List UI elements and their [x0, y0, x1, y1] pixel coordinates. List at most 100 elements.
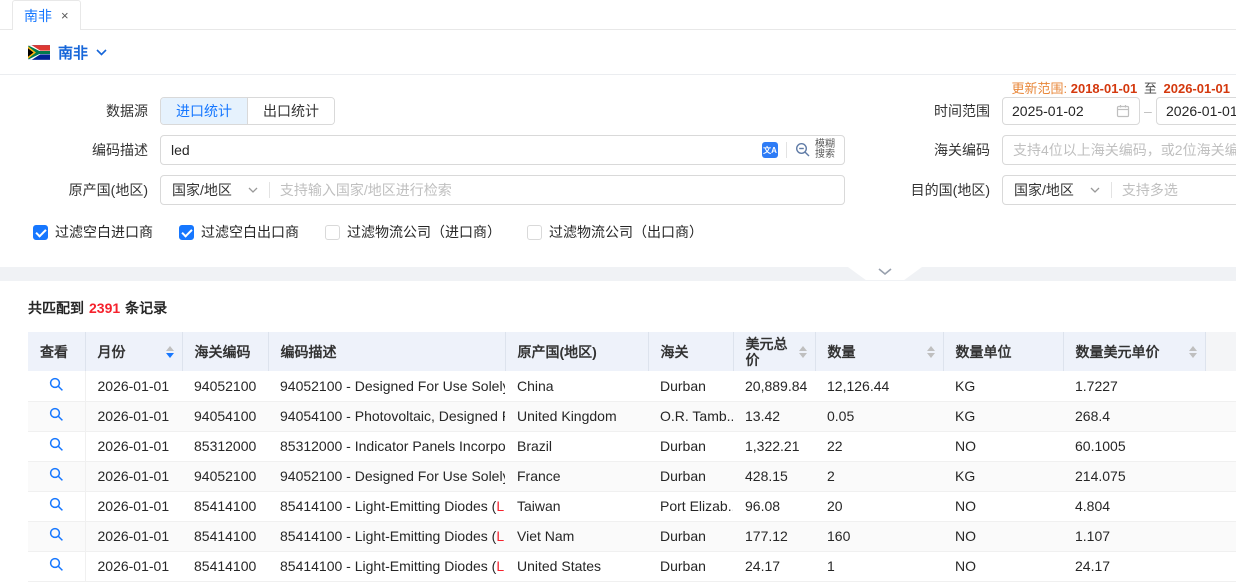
- cell-extra: [1205, 371, 1236, 401]
- view-row-button[interactable]: [28, 371, 85, 401]
- date-start-input[interactable]: 2025-01-02: [1002, 97, 1140, 125]
- cell-unit: NO: [943, 551, 1063, 581]
- hs-code-label: 海关编码: [878, 135, 990, 165]
- cell-hs: 85414100: [182, 551, 268, 581]
- calendar-icon: [1116, 104, 1130, 118]
- search-icon[interactable]: [49, 497, 64, 512]
- cell-unit_price: 1.7227: [1063, 371, 1205, 401]
- close-icon[interactable]: ×: [61, 9, 69, 22]
- dest-country-select[interactable]: 国家/地区: [1003, 180, 1111, 200]
- origin-country-field: 国家/地区 支持输入国家/地区进行检索: [160, 175, 845, 205]
- update-range-end: 2026-01-01: [1164, 81, 1231, 96]
- update-range-start: 2018-01-01: [1071, 81, 1138, 96]
- cell-unit_price: 60.1005: [1063, 431, 1205, 461]
- cell-desc: 85414100 - Light-Emitting Diodes (L...: [268, 551, 505, 581]
- filter-checkboxes: 过滤空白进口商 过滤空白出口商 过滤物流公司（进口商） 过滤物流公司（出口商）: [33, 222, 703, 242]
- tab-bar: 南非 ×: [0, 0, 1236, 30]
- cell-customs: Durban: [648, 551, 733, 581]
- sort-control[interactable]: [927, 346, 935, 358]
- tab-south-africa[interactable]: 南非 ×: [12, 0, 81, 30]
- search-icon[interactable]: [49, 557, 64, 572]
- cell-desc: 94054100 - Photovoltaic, Designed F...: [268, 401, 505, 431]
- cell-unit: KG: [943, 401, 1063, 431]
- checkbox-filter-logistics-exporter[interactable]: 过滤物流公司（出口商）: [527, 222, 703, 242]
- column-header-view: 查看: [28, 332, 85, 371]
- search-icon[interactable]: [49, 467, 64, 482]
- cell-customs: Durban: [648, 371, 733, 401]
- cell-unit_price: 268.4: [1063, 401, 1205, 431]
- view-row-button[interactable]: [28, 491, 85, 521]
- date-range-separator: –: [1144, 97, 1152, 125]
- tab-import-stats[interactable]: 进口统计: [161, 98, 247, 124]
- checkbox[interactable]: [325, 225, 340, 240]
- checkbox[interactable]: [33, 225, 48, 240]
- view-row-button[interactable]: [28, 521, 85, 551]
- cell-usd: 177.12: [733, 521, 815, 551]
- hs-code-input[interactable]: [1003, 142, 1236, 158]
- cell-desc: 85414100 - Light-Emitting Diodes (L...: [268, 521, 505, 551]
- dest-country-search-input[interactable]: 支持多选: [1112, 180, 1178, 200]
- view-row-button[interactable]: [28, 431, 85, 461]
- view-row-button[interactable]: [28, 551, 85, 581]
- origin-country-search-input[interactable]: 支持输入国家/地区进行检索: [270, 180, 452, 200]
- cell-hs: 94054100: [182, 401, 268, 431]
- column-header-hs: 海关编码: [182, 332, 268, 371]
- cell-customs: O.R. Tamb...: [648, 401, 733, 431]
- results-summary: 共匹配到2391条记录: [28, 298, 1236, 318]
- origin-country-select[interactable]: 国家/地区: [161, 180, 269, 200]
- search-icon[interactable]: [49, 377, 64, 392]
- date-start-value: 2025-01-02: [1012, 103, 1084, 119]
- cell-desc: 85312000 - Indicator Panels Incorpor...: [268, 431, 505, 461]
- checkbox[interactable]: [179, 225, 194, 240]
- cell-customs: Port Elizab...: [648, 491, 733, 521]
- checkbox[interactable]: [527, 225, 542, 240]
- date-end-input[interactable]: 2026-01-01: [1156, 97, 1236, 125]
- column-header-qty[interactable]: 数量: [815, 332, 943, 371]
- cell-extra: [1205, 491, 1236, 521]
- update-range: 更新范围: 2018-01-01 至 2026-01-01: [1012, 78, 1231, 97]
- search-icon[interactable]: [49, 527, 64, 542]
- cell-desc: 94052100 - Designed For Use Solely...: [268, 371, 505, 401]
- column-header-extra: [1205, 332, 1236, 371]
- fuzzy-search-button[interactable]: 模糊 搜索: [795, 140, 844, 160]
- cell-usd: 24.17: [733, 551, 815, 581]
- zoom-out-icon: [795, 142, 811, 158]
- origin-country-label: 原产国(地区): [0, 175, 148, 205]
- fuzzy-search-label: 模糊 搜索: [815, 140, 835, 160]
- chevron-down-icon: [1090, 187, 1100, 193]
- chevron-down-icon[interactable]: [96, 49, 107, 56]
- view-row-button[interactable]: [28, 461, 85, 491]
- sort-control[interactable]: [1189, 346, 1197, 358]
- table-row: 2026-01-019405210094052100 - Designed Fo…: [28, 371, 1236, 401]
- sort-control[interactable]: [166, 346, 174, 358]
- view-row-button[interactable]: [28, 401, 85, 431]
- cell-usd: 96.08: [733, 491, 815, 521]
- cell-qty: 1: [815, 551, 943, 581]
- checkbox-filter-blank-importer[interactable]: 过滤空白进口商: [33, 222, 153, 242]
- table-row: 2026-01-018541410085414100 - Light-Emitt…: [28, 551, 1236, 581]
- tab-export-stats[interactable]: 出口统计: [247, 98, 334, 124]
- column-header-month[interactable]: 月份: [85, 332, 182, 371]
- cell-unit: KG: [943, 461, 1063, 491]
- filter-panel: 更新范围: 2018-01-01 至 2026-01-01 数据源 进口统计 出…: [0, 75, 1236, 267]
- search-icon[interactable]: [49, 437, 64, 452]
- cell-unit: NO: [943, 491, 1063, 521]
- cell-origin: United States: [505, 551, 648, 581]
- table-row: 2026-01-018541410085414100 - Light-Emitt…: [28, 521, 1236, 551]
- cell-hs: 94052100: [182, 371, 268, 401]
- update-range-to: 至: [1144, 81, 1157, 96]
- translate-icon[interactable]: 文A: [762, 142, 778, 158]
- cell-extra: [1205, 401, 1236, 431]
- cell-qty: 22: [815, 431, 943, 461]
- column-header-unit_price[interactable]: 数量美元单价: [1063, 332, 1205, 371]
- chevron-down-icon: [878, 268, 892, 276]
- cell-usd: 1,322.21: [733, 431, 815, 461]
- checkbox-filter-logistics-importer[interactable]: 过滤物流公司（进口商）: [325, 222, 501, 242]
- code-desc-input[interactable]: [161, 142, 762, 158]
- checkbox-filter-blank-exporter[interactable]: 过滤空白出口商: [179, 222, 299, 242]
- sort-control[interactable]: [799, 346, 807, 358]
- column-header-desc: 编码描述: [268, 332, 505, 371]
- cell-qty: 12,126.44: [815, 371, 943, 401]
- column-header-usd[interactable]: 美元总价: [733, 332, 815, 371]
- search-icon[interactable]: [49, 407, 64, 422]
